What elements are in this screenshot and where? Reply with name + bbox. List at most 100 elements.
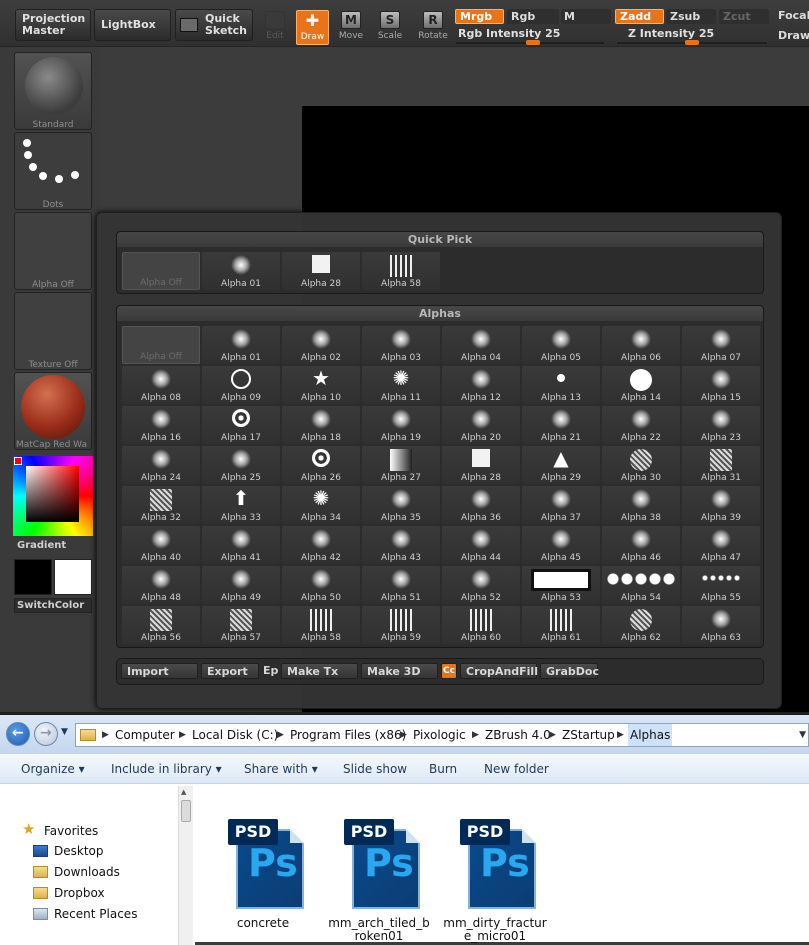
color-picker-square[interactable] [26,466,79,522]
burn-button[interactable]: Burn [429,762,457,776]
alpha-cell[interactable]: Alpha 54 [602,566,680,604]
alpha-cell[interactable]: Alpha 49 [202,566,280,604]
address-bar[interactable]: ▶ Computer ▶ Local Disk (C:) ▶ Program F… [75,723,809,747]
alpha-cell[interactable]: Alpha 14 [602,366,680,404]
rotate-tool[interactable]: R Rotate [414,0,452,46]
draw-size-label[interactable]: Draw [774,28,809,43]
file-item[interactable]: PSD Ps concrete [203,819,323,930]
breadcrumb-local-disk[interactable]: Local Disk (C:) [192,724,278,746]
alpha-cell[interactable]: ✺ Alpha 11 [362,366,440,404]
sidebar-item-recent-places[interactable]: Recent Places [54,907,137,921]
alpha-cell[interactable]: Alpha 21 [522,406,600,444]
alpha-cell[interactable]: Alpha 23 [682,406,760,444]
alpha-cell[interactable]: Alpha 25 [202,446,280,484]
import-button[interactable]: Import [121,663,198,679]
include-in-library-menu[interactable]: Include in library ▾ [111,762,222,776]
alpha-cell[interactable]: Alpha 38 [602,486,680,524]
quick-pick-cell[interactable]: Alpha 28 [282,252,360,290]
alpha-cell[interactable]: Alpha 52 [442,566,520,604]
organize-menu[interactable]: Organize ▾ [21,762,85,776]
alpha-cell[interactable]: Alpha 32 [122,486,200,524]
alpha-cell[interactable]: Alpha 12 [442,366,520,404]
favorites-header[interactable]: Favorites [44,824,98,838]
alpha-cell[interactable]: Alpha 13 [522,366,600,404]
alpha-cell[interactable]: Alpha 45 [522,526,600,564]
breadcrumb-program-files[interactable]: Program Files (x86) [290,724,406,746]
scrollbar-thumb[interactable] [181,800,191,822]
alpha-cell[interactable]: Alpha 46 [602,526,680,564]
alpha-cell[interactable]: Alpha 26 [282,446,360,484]
navigation-scrollbar[interactable]: ▲ [178,786,193,945]
alpha-cell[interactable]: Alpha 22 [602,406,680,444]
z-intensity-knob[interactable] [685,40,699,45]
cc-toggle[interactable]: Cc [441,663,457,679]
file-item[interactable]: PSD Ps mm_dirty_fractur e_micro01 [435,819,555,943]
material-slot[interactable]: MatCap Red Wa [14,372,92,450]
alpha-cell[interactable]: Alpha 15 [682,366,760,404]
alpha-cell[interactable]: Alpha 40 [122,526,200,564]
zadd-toggle[interactable]: Zadd [615,9,664,24]
color-picker[interactable] [13,456,93,536]
address-dropdown-icon[interactable]: ▼ [799,724,806,746]
alpha-cell[interactable]: Alpha 19 [362,406,440,444]
alpha-cell[interactable]: ⬆ Alpha 33 [202,486,280,524]
alpha-cell[interactable]: Alpha 58 [282,606,360,644]
alpha-cell[interactable]: Alpha 08 [122,366,200,404]
alpha-cell[interactable]: Alpha 27 [362,446,440,484]
alpha-cell[interactable]: Alpha 63 [682,606,760,644]
ep-button[interactable]: Ep [260,663,280,679]
zcut-toggle[interactable]: Zcut [719,9,769,24]
alpha-slot[interactable]: Alpha Off [14,212,92,290]
alpha-cell[interactable]: Alpha 01 [202,326,280,364]
alpha-cell[interactable]: Alpha 50 [282,566,360,604]
breadcrumb-pixologic[interactable]: Pixologic [413,724,466,746]
alpha-cell[interactable]: Alpha 03 [362,326,440,364]
share-with-menu[interactable]: Share with ▾ [244,762,318,776]
new-folder-button[interactable]: New folder [484,762,549,776]
breadcrumb-computer[interactable]: Computer [115,724,175,746]
grab-doc-button[interactable]: GrabDoc [540,663,599,679]
edit-tool[interactable]: Edit [256,0,294,46]
gradient-label[interactable]: Gradient [17,540,66,551]
quick-pick-cell[interactable]: Alpha 58 [362,252,440,290]
rgb-intensity-knob[interactable] [526,40,540,45]
alpha-cell[interactable]: Alpha 53 [522,566,600,604]
alpha-cell[interactable]: Alpha 51 [362,566,440,604]
sidebar-item-desktop[interactable]: Desktop [54,844,104,858]
texture-slot[interactable]: Texture Off [14,292,92,370]
sidebar-item-dropbox[interactable]: Dropbox [54,886,105,900]
alpha-cell[interactable]: Alpha 28 [442,446,520,484]
scale-tool[interactable]: S Scale [371,0,409,46]
focal-shift-label[interactable]: Focal [774,8,809,23]
forward-button[interactable]: → [34,722,58,746]
recent-pages-chevron-icon[interactable]: ▼ [61,727,68,737]
lightbox-button[interactable]: LightBox [94,9,171,41]
alpha-cell[interactable]: Alpha 60 [442,606,520,644]
alpha-cell[interactable]: Alpha 07 [682,326,760,364]
quick-pick-cell[interactable]: Alpha 01 [202,252,280,290]
make-tx-button[interactable]: Make Tx [281,663,358,679]
alpha-cell[interactable]: Alpha 43 [362,526,440,564]
alpha-cell[interactable]: Alpha 16 [122,406,200,444]
breadcrumb-alphas[interactable]: Alphas [628,724,673,746]
alpha-cell[interactable]: Alpha 62 [602,606,680,644]
alpha-cell[interactable]: Alpha 48 [122,566,200,604]
alpha-cell[interactable]: ✺ Alpha 34 [282,486,360,524]
export-button[interactable]: Export [201,663,259,679]
alpha-cell[interactable]: Alpha 02 [282,326,360,364]
alpha-cell[interactable]: Alpha 06 [602,326,680,364]
alpha-cell[interactable]: Alpha 59 [362,606,440,644]
alpha-cell[interactable]: Alpha 04 [442,326,520,364]
alpha-cell[interactable]: Alpha 61 [522,606,600,644]
alpha-cell[interactable]: Alpha 20 [442,406,520,444]
switch-color-button[interactable]: SwitchColor [14,598,92,613]
alpha-cell[interactable]: Alpha 55 [682,566,760,604]
breadcrumb-zstartup[interactable]: ZStartup [562,724,615,746]
alpha-cell[interactable]: Alpha 05 [522,326,600,364]
file-item[interactable]: PSD Ps mm_arch_tiled_b roken01 [319,819,439,943]
alpha-cell[interactable]: Alpha 42 [282,526,360,564]
alpha-cell[interactable]: Alpha 41 [202,526,280,564]
alpha-cell[interactable]: Alpha 39 [682,486,760,524]
move-tool[interactable]: M Move [332,0,370,46]
m-toggle[interactable]: M [561,9,611,24]
